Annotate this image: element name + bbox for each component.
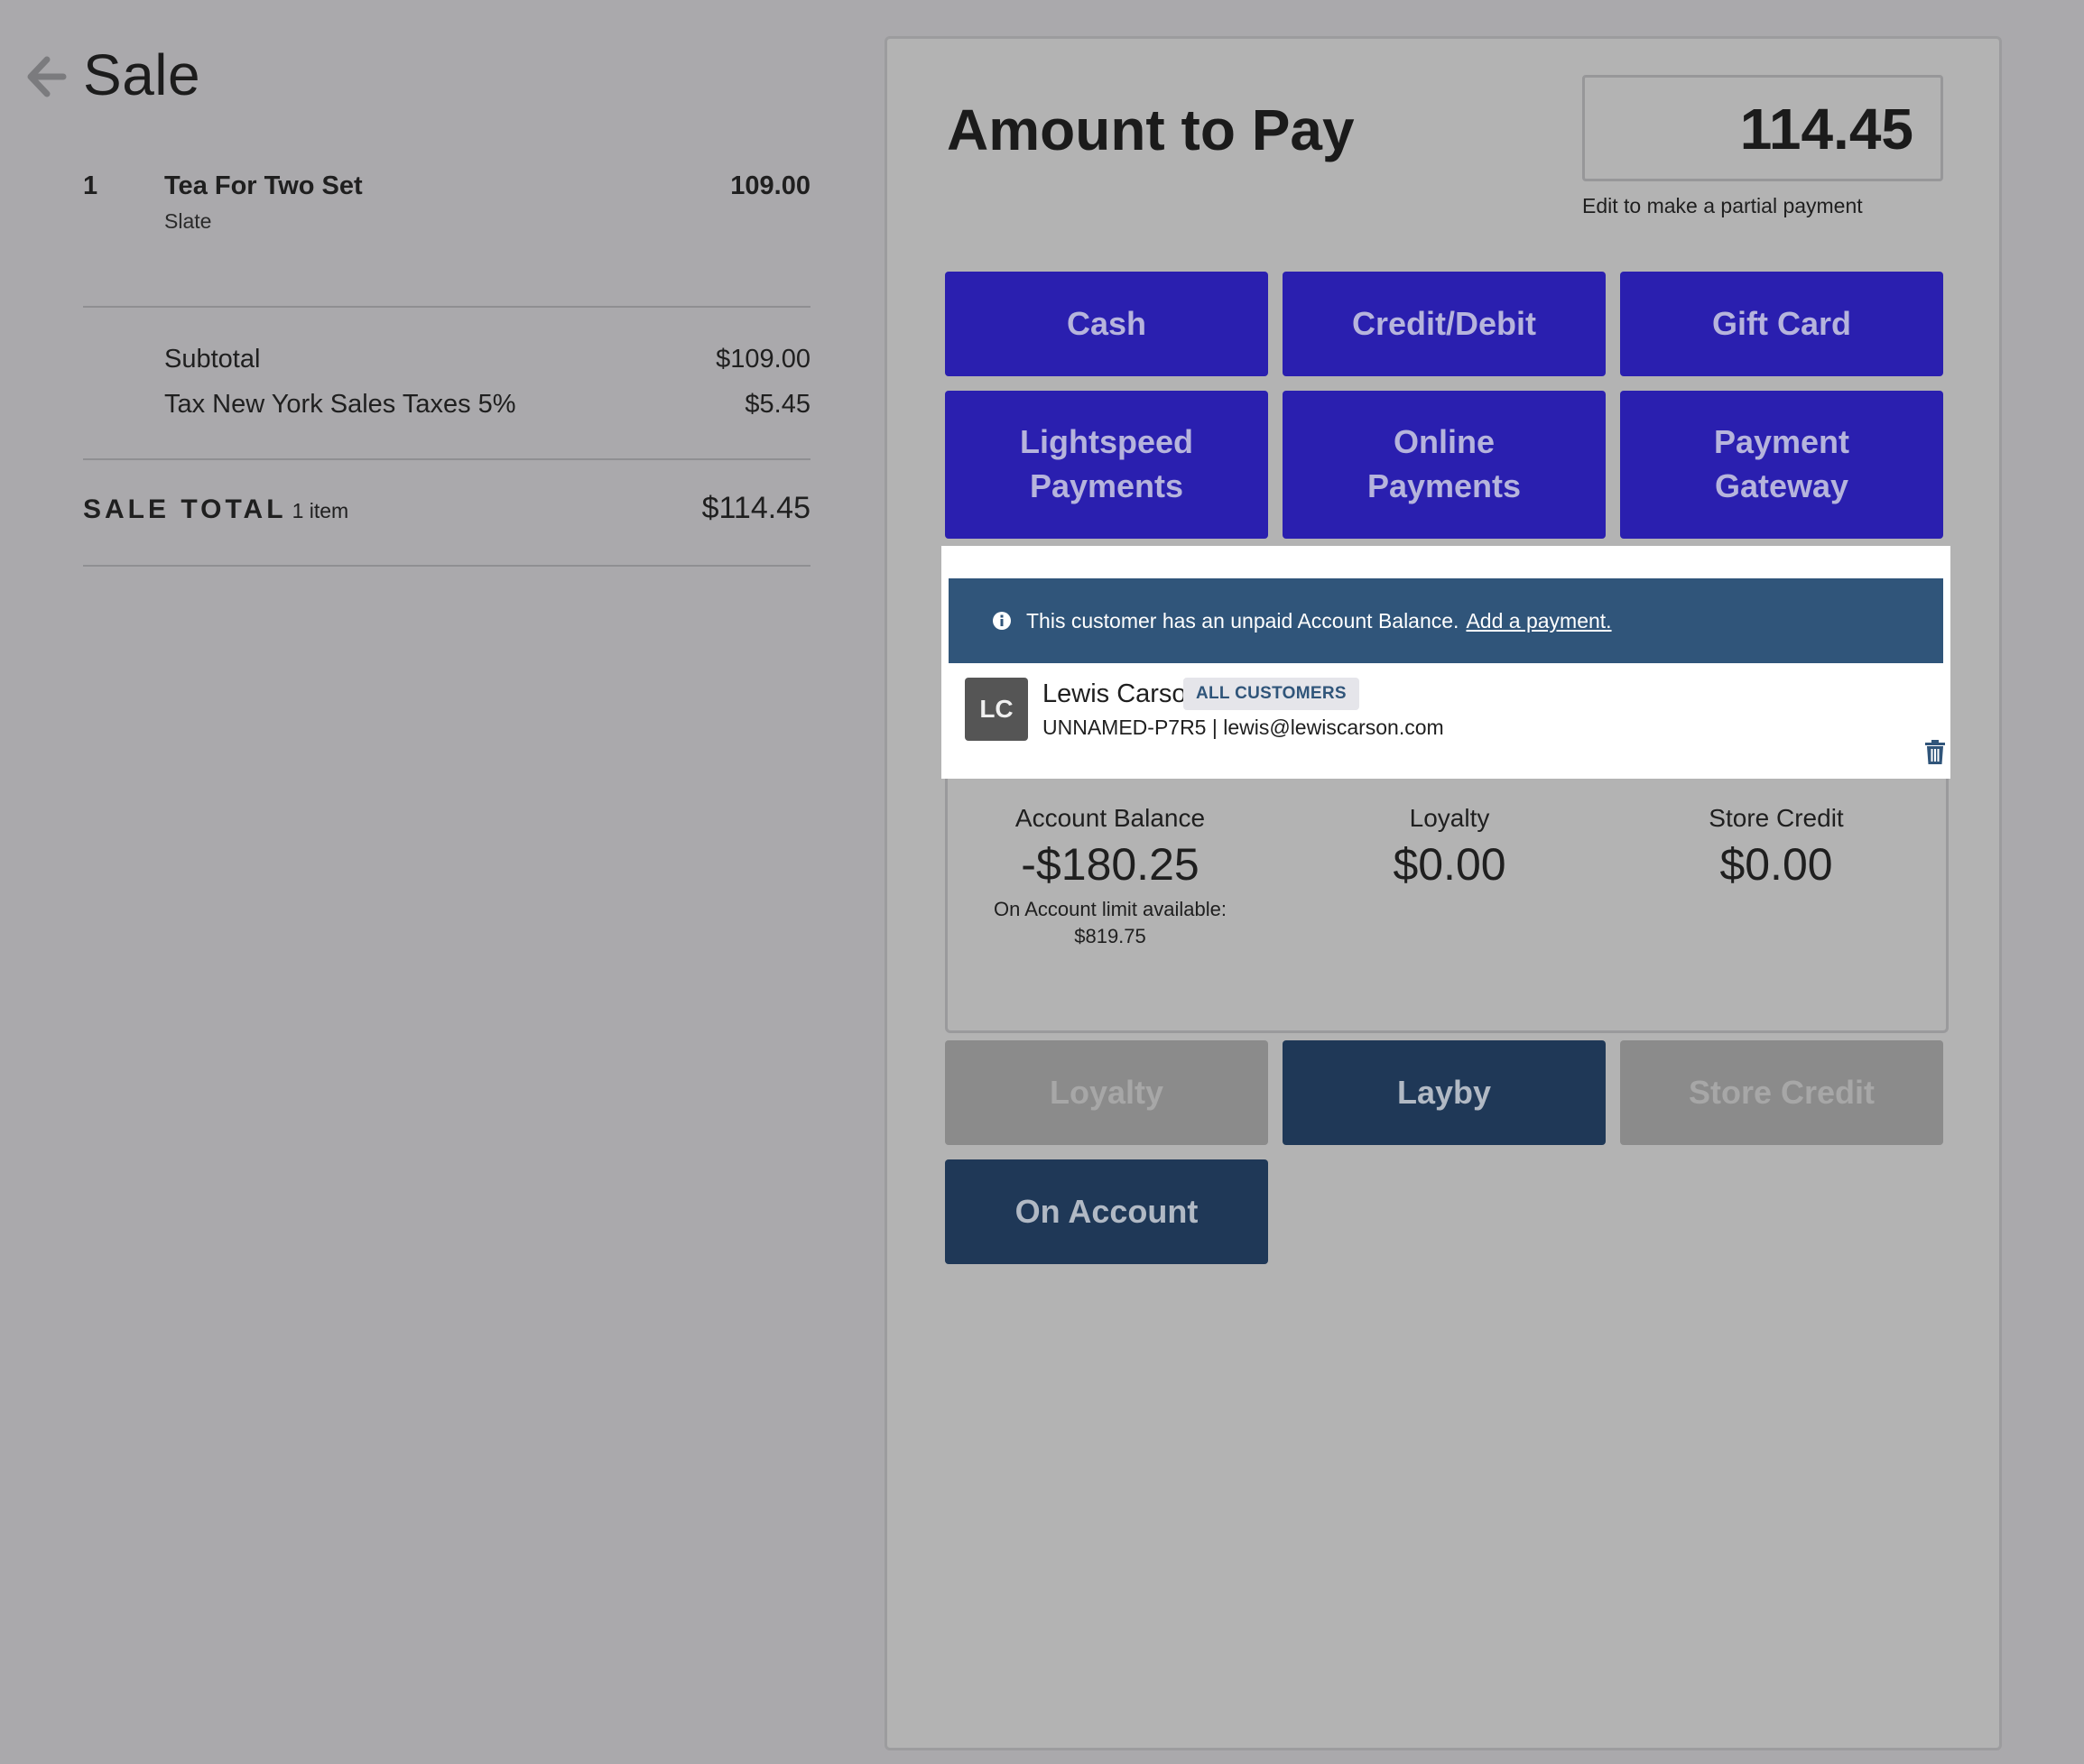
- tax-label: Tax New York Sales Taxes 5%: [164, 390, 516, 420]
- layby-button-label: Layby: [1397, 1071, 1491, 1115]
- loyalty-value: $0.00: [1287, 838, 1612, 891]
- loyalty-button[interactable]: Loyalty: [945, 1040, 1268, 1145]
- store-credit-button[interactable]: Store Credit: [1620, 1040, 1943, 1145]
- credit-debit-button[interactable]: Credit/Debit: [1283, 272, 1606, 376]
- line-item-variant: Slate: [164, 209, 211, 234]
- loyalty-label: Loyalty: [1287, 804, 1612, 833]
- lightspeed-label-line2: Payments: [1030, 467, 1183, 504]
- customer-name[interactable]: Lewis Carson: [1042, 679, 1201, 709]
- line-item[interactable]: 1 Tea For Two Set Slate 109.00: [83, 171, 810, 244]
- online-payments-button[interactable]: Online Payments: [1283, 391, 1606, 539]
- cash-button[interactable]: Cash: [945, 272, 1268, 376]
- tax-value: $5.45: [745, 390, 810, 420]
- line-item-qty: 1: [83, 171, 97, 201]
- customer-details: UNNAMED-P7R5 | lewis@lewiscarson.com: [1042, 716, 1444, 740]
- account-limit-note: On Account limit available: $819.75: [948, 896, 1273, 949]
- back-arrow-icon[interactable]: [25, 54, 67, 99]
- account-limit-label: On Account limit available:: [994, 898, 1227, 920]
- sale-total-value: $114.45: [702, 491, 810, 526]
- customer-card: This customer has an unpaid Account Bala…: [941, 546, 1950, 779]
- divider: [83, 565, 810, 567]
- amount-hint: Edit to make a partial payment: [1582, 194, 1863, 218]
- store-credit-button-label: Store Credit: [1689, 1071, 1875, 1115]
- amount-to-pay-title: Amount to Pay: [947, 97, 1355, 163]
- gift-card-button[interactable]: Gift Card: [1620, 272, 1943, 376]
- subtotal-label: Subtotal: [164, 345, 260, 374]
- layby-button[interactable]: Layby: [1283, 1040, 1606, 1145]
- lightspeed-payments-button[interactable]: Lightspeed Payments: [945, 391, 1268, 539]
- loyalty-stat: Loyalty $0.00: [1287, 804, 1612, 891]
- page-title: Sale: [83, 42, 200, 108]
- lightspeed-label-line1: Lightspeed: [1020, 423, 1193, 460]
- customer-stats: Account Balance -$180.25 On Account limi…: [945, 779, 1949, 1033]
- online-label-line1: Online: [1394, 423, 1495, 460]
- account-balance-stat: Account Balance -$180.25 On Account limi…: [948, 804, 1273, 949]
- subtotal-value: $109.00: [716, 345, 810, 374]
- account-balance-value: -$180.25: [948, 838, 1273, 891]
- gateway-label-line2: Gateway: [1715, 467, 1848, 504]
- gateway-label-line1: Payment: [1714, 423, 1849, 460]
- on-account-button-label: On Account: [1015, 1190, 1199, 1234]
- account-balance-label: Account Balance: [948, 804, 1273, 833]
- info-circle-icon: [992, 611, 1012, 631]
- cash-button-label: Cash: [1067, 302, 1146, 346]
- sale-summary: Sale 1 Tea For Two Set Slate 109.00 Subt…: [0, 0, 866, 1764]
- store-credit-stat: Store Credit $0.00: [1614, 804, 1939, 891]
- payment-panel: Amount to Pay 114.45 Edit to make a part…: [885, 36, 2002, 1750]
- online-label-line2: Payments: [1367, 467, 1521, 504]
- on-account-button[interactable]: On Account: [945, 1159, 1268, 1264]
- account-balance-notice: This customer has an unpaid Account Bala…: [949, 578, 1943, 663]
- line-item-price: 109.00: [730, 171, 810, 201]
- divider: [83, 458, 810, 460]
- payment-gateway-button[interactable]: Payment Gateway: [1620, 391, 1943, 539]
- customer-group-badge: ALL CUSTOMERS: [1183, 678, 1359, 710]
- customer-avatar: LC: [965, 678, 1028, 741]
- gift-card-button-label: Gift Card: [1712, 302, 1851, 346]
- credit-debit-button-label: Credit/Debit: [1352, 302, 1536, 346]
- trash-icon[interactable]: [1923, 739, 1947, 766]
- loyalty-button-label: Loyalty: [1050, 1071, 1163, 1115]
- store-credit-value: $0.00: [1614, 838, 1939, 891]
- sale-total-row: SALE TOTAL1 item $114.45: [83, 494, 810, 525]
- sale-total-count: 1 item: [292, 499, 349, 522]
- notice-text: This customer has an unpaid Account Bala…: [1026, 609, 1459, 633]
- sale-total-label: SALE TOTAL: [83, 494, 287, 524]
- store-credit-label: Store Credit: [1614, 804, 1939, 833]
- line-item-name: Tea For Two Set: [164, 171, 363, 201]
- account-limit-value: $819.75: [1074, 925, 1146, 947]
- divider: [83, 306, 810, 308]
- amount-input[interactable]: 114.45: [1582, 75, 1943, 181]
- add-payment-link[interactable]: Add a payment.: [1466, 609, 1611, 633]
